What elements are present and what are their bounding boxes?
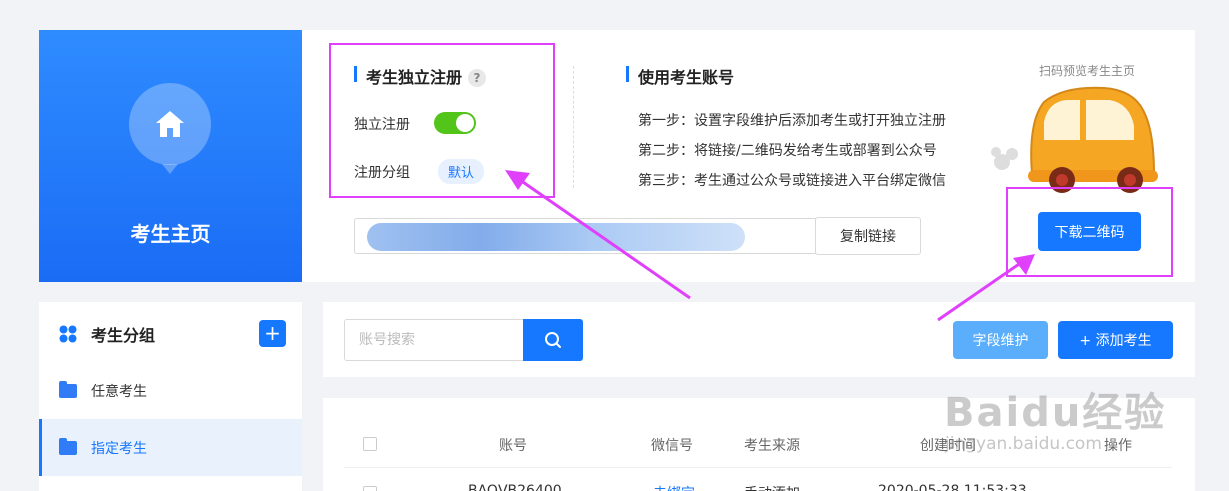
baidu-watermark-site: jingyan.baidu.com — [945, 434, 1102, 454]
baidu-watermark: Baidu经验 — [944, 390, 1167, 436]
